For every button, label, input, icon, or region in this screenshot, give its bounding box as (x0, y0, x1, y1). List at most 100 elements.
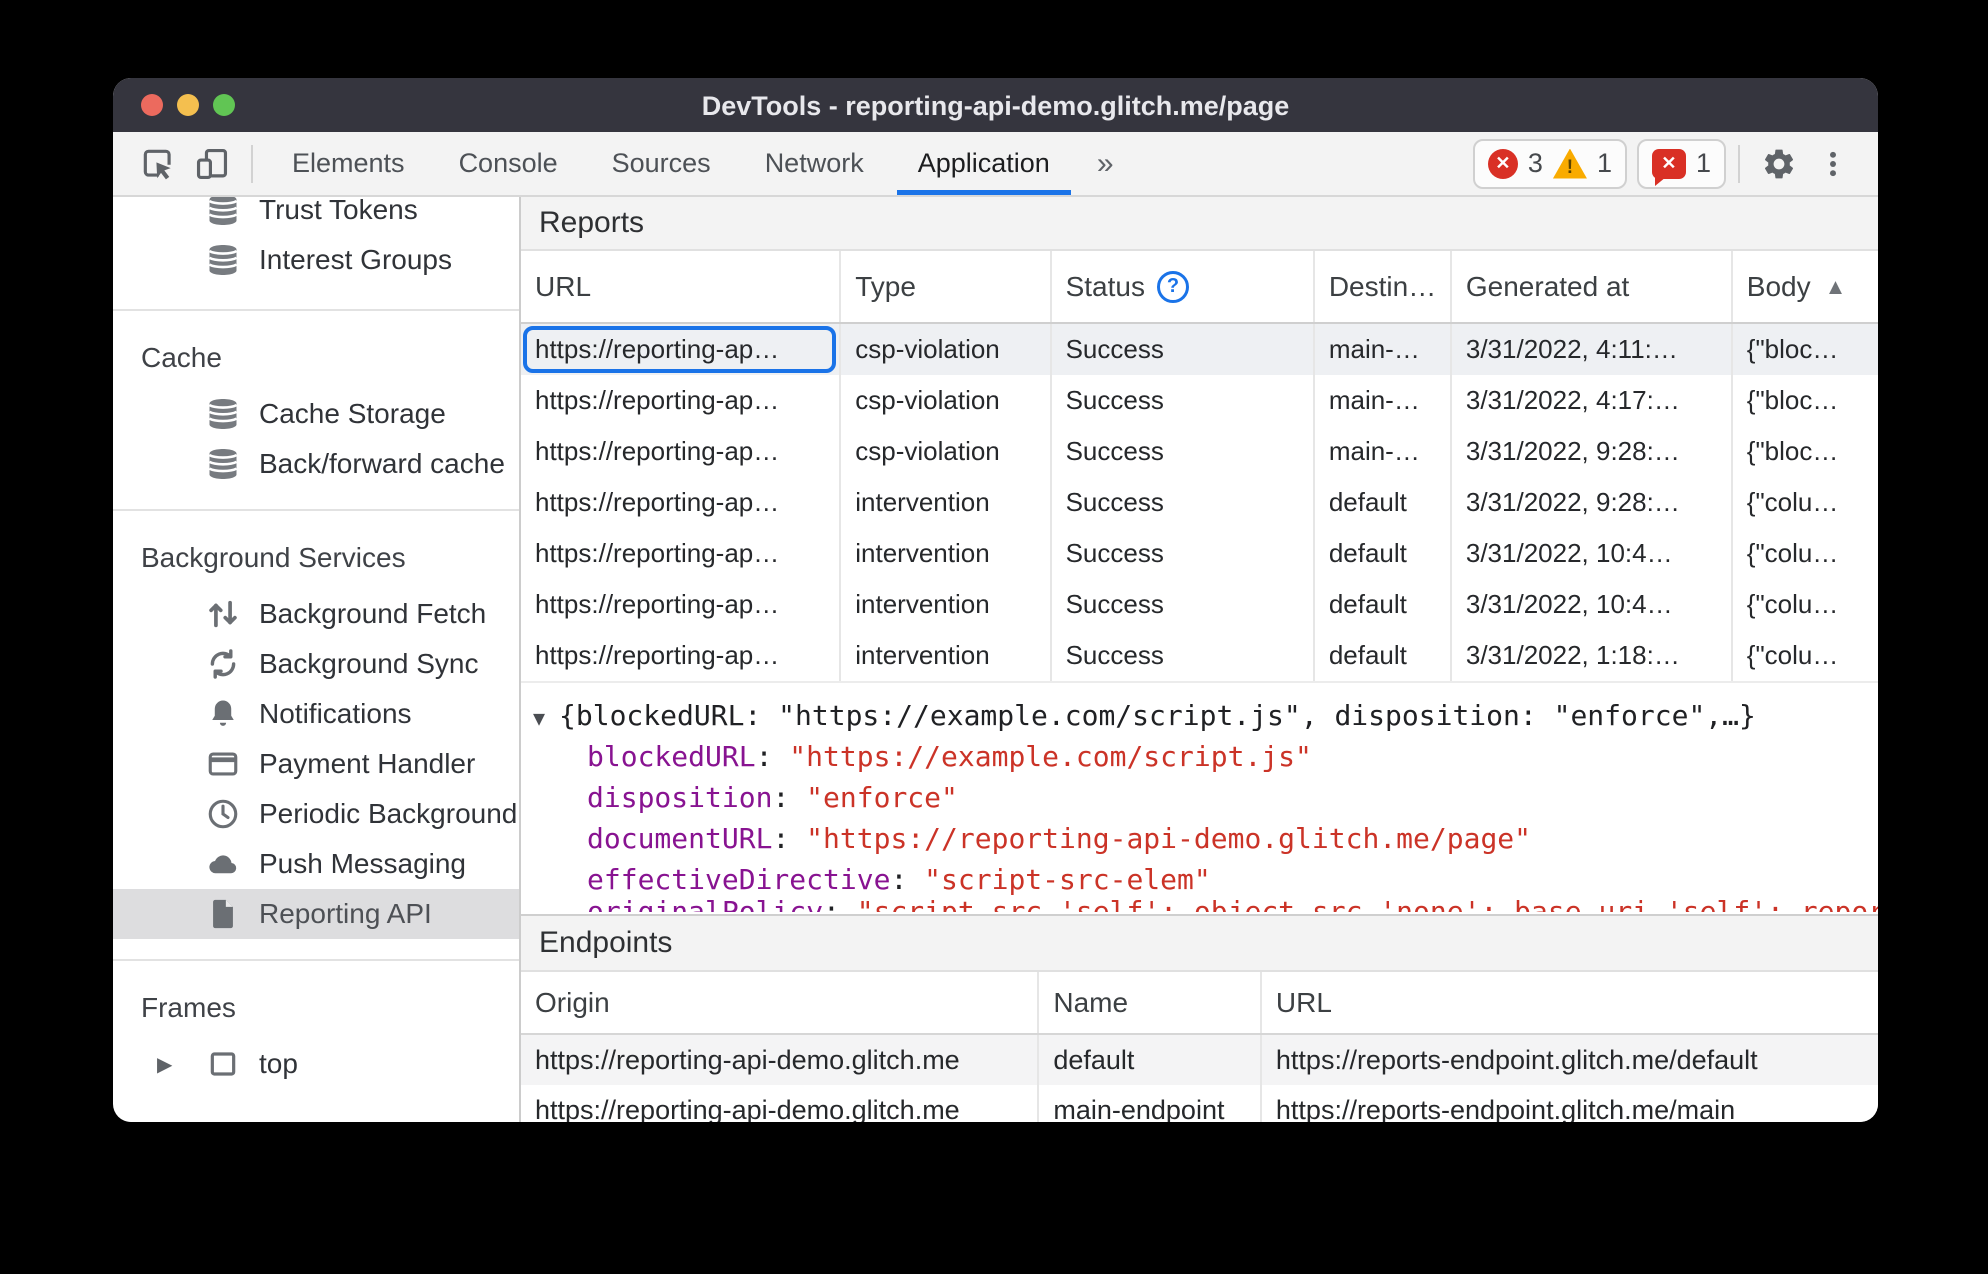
sidebar-item-trust-tokens[interactable]: Trust Tokens (113, 197, 519, 235)
sidebar-item-reporting-api[interactable]: Reporting API (113, 889, 519, 939)
devtools-toolbar: Elements Console Sources Network Applica… (113, 132, 1878, 197)
report-row[interactable]: https://reporting-ap… intervention Succe… (521, 477, 1878, 528)
report-row[interactable]: https://reporting-ap… csp-violation Succ… (521, 324, 1878, 375)
sidebar-item-background-sync[interactable]: Background Sync (113, 639, 519, 689)
report-destination-cell[interactable]: main-… (1315, 324, 1452, 375)
sidebar-item-back-forward-cache[interactable]: Back/forward cache (113, 439, 519, 489)
endpoint-row[interactable]: https://reporting-api-demo.glitch.me def… (521, 1035, 1878, 1085)
report-row[interactable]: https://reporting-ap… csp-violation Succ… (521, 426, 1878, 477)
help-icon[interactable]: ? (1156, 270, 1189, 303)
report-status-cell[interactable]: Success (1052, 426, 1315, 477)
report-status-cell[interactable]: Success (1052, 630, 1315, 681)
report-type-cell[interactable]: csp-violation (841, 426, 1052, 477)
report-destination-cell[interactable]: main-… (1315, 375, 1452, 426)
endpoint-origin-cell[interactable]: https://reporting-api-demo.glitch.me (521, 1085, 1040, 1122)
report-type-cell[interactable]: intervention (841, 630, 1052, 681)
tab-elements[interactable]: Elements (265, 132, 432, 195)
report-status-cell[interactable]: Success (1052, 324, 1315, 375)
report-body-cell[interactable]: {"colu… (1733, 477, 1878, 528)
endpoint-url-cell[interactable]: https://reports-endpoint.glitch.me/defau… (1262, 1035, 1878, 1085)
report-status-cell[interactable]: Success (1052, 528, 1315, 579)
report-destination-cell[interactable]: main-… (1315, 426, 1452, 477)
report-url-cell[interactable]: https://reporting-ap… (521, 477, 842, 528)
report-generated-cell[interactable]: 3/31/2022, 10:4… (1452, 579, 1733, 630)
column-header-endpoint-url[interactable]: URL (1261, 972, 1878, 1033)
column-header-status[interactable]: Status ? (1051, 251, 1315, 322)
sidebar-item-push-messaging[interactable]: Push Messaging (113, 839, 519, 889)
endpoint-url-cell[interactable]: https://reports-endpoint.glitch.me/main (1262, 1085, 1878, 1123)
report-generated-cell[interactable]: 3/31/2022, 10:4… (1452, 528, 1733, 579)
sidebar-item-interest-groups[interactable]: Interest Groups (113, 235, 519, 285)
clock-icon (205, 796, 241, 832)
report-url-cell[interactable]: https://reporting-ap… (521, 375, 842, 426)
report-status-cell[interactable]: Success (1052, 375, 1315, 426)
sidebar-item-periodic-background-sync[interactable]: Periodic Background (113, 789, 519, 839)
report-destination-cell[interactable]: default (1315, 477, 1452, 528)
tab-console[interactable]: Console (432, 132, 585, 195)
report-body-cell[interactable]: {"bloc… (1733, 426, 1878, 477)
tab-network[interactable]: Network (738, 132, 891, 195)
report-destination-cell[interactable]: default (1315, 630, 1452, 681)
report-generated-cell[interactable]: 3/31/2022, 4:11:… (1452, 324, 1733, 375)
report-row[interactable]: https://reporting-ap… intervention Succe… (521, 579, 1878, 630)
endpoint-name-cell[interactable]: default (1039, 1035, 1262, 1085)
report-type-cell[interactable]: intervention (841, 579, 1052, 630)
report-url-cell[interactable]: https://reporting-ap… (521, 324, 842, 375)
column-header-destination[interactable]: Destin… (1314, 251, 1452, 322)
more-options-button[interactable] (1806, 137, 1860, 191)
endpoint-name-cell[interactable]: main-endpoint (1039, 1085, 1262, 1122)
report-url-cell[interactable]: https://reporting-ap… (521, 630, 842, 681)
report-destination-cell[interactable]: default (1315, 528, 1452, 579)
report-body-cell[interactable]: {"colu… (1733, 579, 1878, 630)
report-url-cell[interactable]: https://reporting-ap… (521, 579, 842, 630)
sidebar-item-cache-storage[interactable]: Cache Storage (113, 389, 519, 439)
expand-triangle-icon[interactable]: ▼ (533, 698, 559, 736)
column-header-type[interactable]: Type (841, 251, 1052, 322)
report-row[interactable]: https://reporting-ap… intervention Succe… (521, 630, 1878, 681)
settings-button[interactable] (1752, 137, 1806, 191)
device-toolbar-button[interactable] (185, 137, 239, 191)
report-generated-cell[interactable]: 3/31/2022, 9:28:… (1452, 426, 1733, 477)
report-body-cell[interactable]: {"bloc… (1733, 324, 1878, 375)
sidebar-item-notifications[interactable]: Notifications (113, 689, 519, 739)
inspect-element-button[interactable] (131, 137, 185, 191)
report-generated-cell[interactable]: 3/31/2022, 9:28:… (1452, 477, 1733, 528)
warning-icon: ! (1552, 148, 1587, 179)
issues-button[interactable]: ✕ 1 (1636, 138, 1726, 189)
sidebar-item-label: Reporting API (259, 898, 432, 929)
chevron-right-icon[interactable]: ▶ (157, 1052, 187, 1077)
database-icon (205, 242, 241, 278)
report-body-cell[interactable]: {"colu… (1733, 630, 1878, 681)
endpoint-row[interactable]: https://reporting-api-demo.glitch.me mai… (521, 1085, 1878, 1122)
report-status-cell[interactable]: Success (1052, 579, 1315, 630)
more-tabs-button[interactable]: » (1077, 132, 1134, 195)
column-header-body[interactable]: Body ▲ (1732, 251, 1878, 322)
report-body-cell[interactable]: {"colu… (1733, 528, 1878, 579)
tab-sources[interactable]: Sources (585, 132, 738, 195)
report-row[interactable]: https://reporting-ap… csp-violation Succ… (521, 375, 1878, 426)
report-generated-cell[interactable]: 3/31/2022, 4:17:… (1452, 375, 1733, 426)
endpoint-origin-cell[interactable]: https://reporting-api-demo.glitch.me (521, 1035, 1040, 1085)
report-url-cell[interactable]: https://reporting-ap… (521, 528, 842, 579)
column-header-name[interactable]: Name (1039, 972, 1262, 1033)
report-type-cell[interactable]: intervention (841, 477, 1052, 528)
report-type-cell[interactable]: csp-violation (841, 375, 1052, 426)
tab-application[interactable]: Application (891, 132, 1077, 195)
report-destination-cell[interactable]: default (1315, 579, 1452, 630)
column-header-url[interactable]: URL (521, 251, 842, 322)
report-url-cell[interactable]: https://reporting-ap… (521, 426, 842, 477)
console-errors-warnings-button[interactable]: ✕ 3 ! 1 (1472, 138, 1627, 189)
report-generated-cell[interactable]: 3/31/2022, 1:18:… (1452, 630, 1733, 681)
column-header-origin[interactable]: Origin (521, 972, 1040, 1033)
report-row[interactable]: https://reporting-ap… intervention Succe… (521, 528, 1878, 579)
section-title-cache: Cache (141, 342, 222, 373)
toolbar-divider (251, 144, 253, 183)
report-status-cell[interactable]: Success (1052, 477, 1315, 528)
report-body-cell[interactable]: {"bloc… (1733, 375, 1878, 426)
sidebar-item-payment-handler[interactable]: Payment Handler (113, 739, 519, 789)
report-type-cell[interactable]: csp-violation (841, 324, 1052, 375)
report-type-cell[interactable]: intervention (841, 528, 1052, 579)
sidebar-item-top-frame[interactable]: ▶ top (113, 1039, 519, 1089)
column-header-generated-at[interactable]: Generated at (1451, 251, 1733, 322)
sidebar-item-background-fetch[interactable]: Background Fetch (113, 589, 519, 639)
